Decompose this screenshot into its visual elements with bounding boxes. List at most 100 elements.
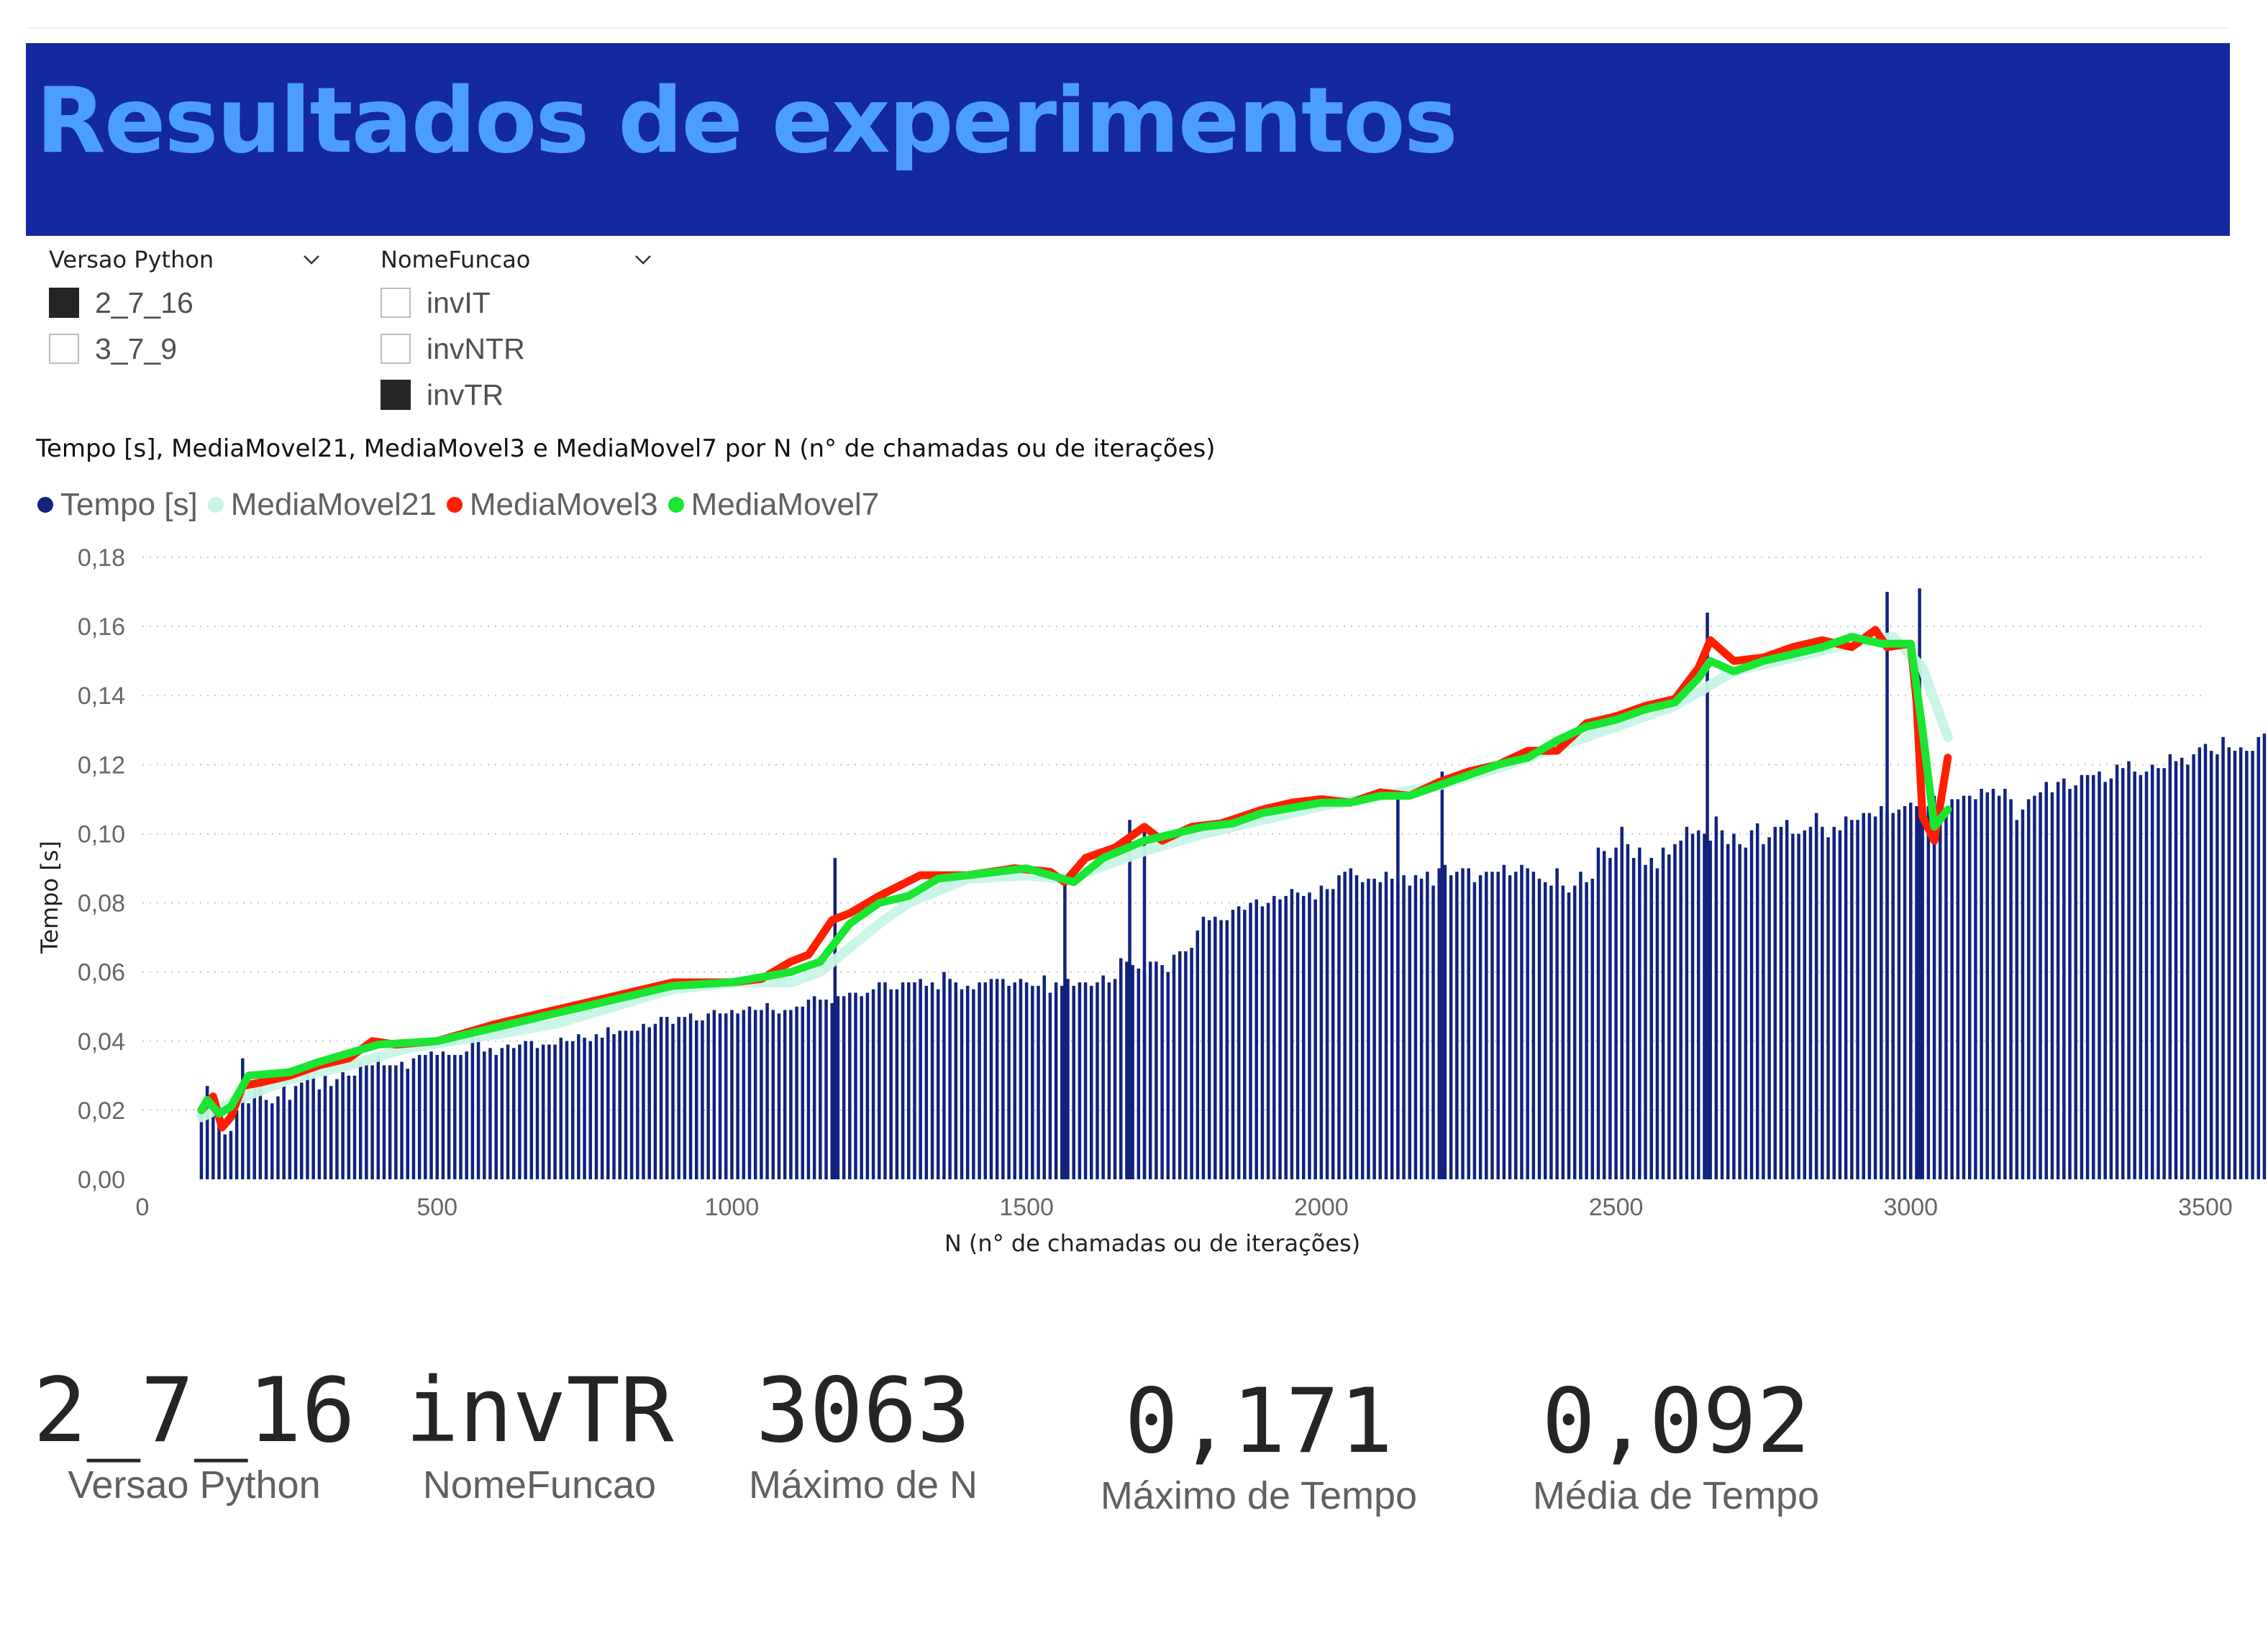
bar bbox=[1478, 875, 1483, 1179]
bar bbox=[2068, 788, 2072, 1179]
bar bbox=[1867, 813, 1872, 1179]
bar bbox=[1137, 968, 1141, 1179]
bar bbox=[411, 1058, 416, 1179]
bar bbox=[494, 1055, 498, 1179]
bar bbox=[2256, 736, 2261, 1179]
bar bbox=[347, 1075, 351, 1179]
bar bbox=[2103, 782, 2107, 1179]
bar bbox=[2162, 768, 2166, 1179]
slicer-header[interactable]: Versao Python bbox=[26, 237, 335, 280]
bar bbox=[2109, 778, 2113, 1179]
bar bbox=[1649, 858, 1653, 1179]
bar bbox=[1873, 816, 1877, 1179]
bar bbox=[972, 989, 975, 1179]
bar bbox=[511, 1048, 516, 1179]
bar bbox=[1178, 951, 1182, 1179]
legend-item-mediamovel21[interactable]: MediaMovel21 bbox=[207, 487, 437, 523]
checkbox-checked[interactable] bbox=[381, 380, 411, 410]
bar bbox=[1249, 902, 1252, 1179]
bar bbox=[483, 1051, 486, 1179]
chevron-down-icon[interactable] bbox=[634, 250, 652, 269]
bar bbox=[883, 982, 887, 1179]
bar bbox=[642, 1023, 645, 1179]
bar-peak bbox=[1705, 612, 1709, 1179]
bar bbox=[1354, 875, 1359, 1179]
chevron-down-icon[interactable] bbox=[302, 250, 321, 269]
bar bbox=[1679, 841, 1682, 1179]
bar bbox=[1561, 885, 1565, 1179]
slicer-item-label: 2_7_16 bbox=[95, 286, 193, 319]
bar bbox=[2033, 795, 2036, 1179]
bar bbox=[1844, 816, 1848, 1179]
x-tick-label: 2000 bbox=[1294, 1194, 1349, 1221]
bar bbox=[695, 1020, 698, 1179]
bar bbox=[1367, 878, 1370, 1179]
bar bbox=[541, 1044, 545, 1179]
bar bbox=[1378, 882, 1383, 1179]
bar bbox=[506, 1044, 510, 1179]
bar bbox=[1526, 868, 1529, 1179]
bar-peak bbox=[833, 858, 837, 1179]
bar bbox=[1614, 847, 1618, 1179]
legend-item-tempo[interactable]: Tempo [s] bbox=[37, 487, 198, 523]
bar bbox=[842, 996, 846, 1179]
combo-chart[interactable]: 0,00 0,02 0,04 0,06 0,08 0,10 0,12 0,14 0,16 0,18… bbox=[0, 532, 2268, 1280]
bar bbox=[618, 1030, 621, 1179]
bar bbox=[2174, 761, 2178, 1179]
bar bbox=[1485, 872, 1488, 1179]
bar-peak bbox=[1063, 882, 1067, 1179]
bar bbox=[995, 979, 999, 1179]
slicer-item-label: 3_7_9 bbox=[95, 332, 178, 365]
slicer-item-3_7_9[interactable]: 3_7_9 bbox=[26, 326, 335, 372]
bar bbox=[335, 1079, 339, 1179]
legend-item-mediamovel7[interactable]: MediaMovel7 bbox=[668, 487, 879, 523]
bar bbox=[1413, 875, 1418, 1179]
checkbox-checked[interactable] bbox=[49, 288, 79, 318]
y-tick-label: 0,08 bbox=[78, 890, 125, 918]
bar bbox=[2150, 764, 2154, 1179]
legend-dot bbox=[668, 497, 684, 513]
checkbox-unchecked[interactable] bbox=[381, 288, 411, 318]
bar bbox=[647, 1027, 651, 1179]
bar bbox=[878, 982, 881, 1179]
y-tick-label: 0,00 bbox=[78, 1166, 125, 1194]
legend-item-mediamovel3[interactable]: MediaMovel3 bbox=[446, 487, 658, 523]
legend-label: MediaMovel3 bbox=[469, 487, 658, 522]
bar bbox=[688, 1013, 693, 1179]
bar bbox=[282, 1086, 286, 1179]
bar bbox=[1001, 979, 1005, 1179]
bar bbox=[1631, 858, 1636, 1179]
bar bbox=[954, 982, 958, 1179]
slicer-item-invTR[interactable]: invTR bbox=[357, 372, 667, 419]
bar bbox=[570, 1041, 575, 1179]
bar bbox=[1667, 854, 1671, 1179]
bar bbox=[1549, 885, 1553, 1179]
bar bbox=[747, 1006, 752, 1179]
bar bbox=[2026, 799, 2031, 1179]
card-media-tempo: 0,092 Média de Tempo bbox=[1496, 1370, 1856, 1518]
bar bbox=[1726, 844, 1730, 1179]
slicer-item-invNTR[interactable]: invNTR bbox=[357, 326, 667, 372]
bar bbox=[824, 1000, 828, 1179]
bar bbox=[276, 1096, 280, 1179]
bar bbox=[1803, 830, 1807, 1179]
slicer-item-2_7_16[interactable]: 2_7_16 bbox=[26, 280, 335, 326]
bar bbox=[983, 982, 988, 1179]
bar bbox=[913, 982, 916, 1179]
checkbox-unchecked[interactable] bbox=[381, 334, 411, 364]
y-axis-title: Tempo [s] bbox=[36, 841, 63, 954]
bar bbox=[1390, 878, 1394, 1179]
x-tick-label: 2500 bbox=[1589, 1194, 1644, 1221]
bar bbox=[624, 1030, 628, 1179]
slicer-item-invIT[interactable]: invIT bbox=[357, 280, 667, 326]
bar bbox=[854, 992, 857, 1179]
slicer-header[interactable]: NomeFuncao bbox=[357, 237, 667, 280]
chart-legend: Tempo [s] MediaMovel21 MediaMovel3 Media… bbox=[37, 485, 889, 525]
bar bbox=[1254, 899, 1258, 1179]
bar bbox=[1644, 864, 1647, 1179]
checkbox-unchecked[interactable] bbox=[49, 334, 79, 364]
bar bbox=[1732, 833, 1736, 1179]
bar bbox=[2239, 747, 2243, 1179]
bar bbox=[1490, 872, 1494, 1179]
bar bbox=[1148, 961, 1152, 1179]
